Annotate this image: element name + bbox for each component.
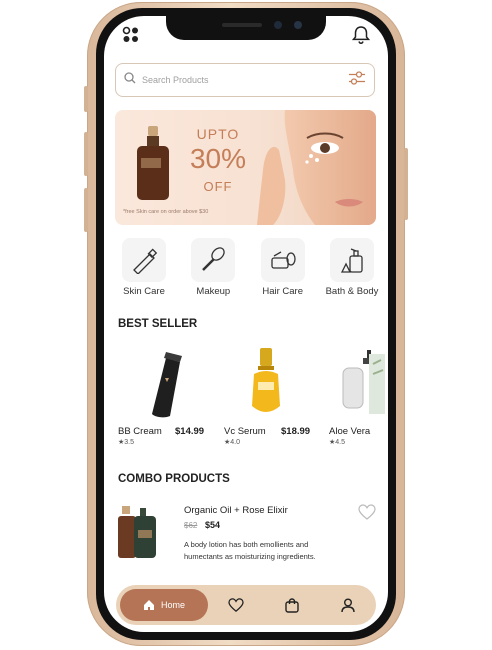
- category-makeup[interactable]: Makeup: [179, 238, 247, 297]
- notch: [166, 16, 326, 40]
- search-bar[interactable]: Search Products: [115, 63, 375, 97]
- hair-product-icon: [271, 251, 296, 269]
- soap-bottle-icon: [340, 248, 363, 273]
- product-price: $14.99: [175, 426, 205, 437]
- user-icon: [341, 598, 355, 612]
- category-hair-care[interactable]: Hair Care: [249, 238, 317, 297]
- shopping-bag-icon: [285, 597, 299, 613]
- promo-banner[interactable]: UPTO 30% OFF *free Skin care on order ab…: [115, 110, 376, 225]
- category-bath-body[interactable]: Bath & Body: [318, 238, 386, 297]
- combo-product-name: Organic Oil + Rose Elixir: [184, 505, 288, 516]
- combo-product-image: [118, 506, 156, 558]
- notification-bell-icon[interactable]: [351, 25, 371, 50]
- favorite-heart-icon[interactable]: [358, 504, 376, 525]
- serum-bottle-image: [137, 126, 169, 200]
- combo-heading: COMBO PRODUCTS: [118, 473, 230, 485]
- nav-home-label: Home: [160, 600, 185, 610]
- best-seller-heading: BEST SELLER: [118, 318, 198, 330]
- home-icon: [143, 600, 154, 610]
- nav-profile-button[interactable]: [320, 598, 376, 613]
- product-card-aloe-vera[interactable]: Aloe Vera ★4.5: [329, 344, 388, 454]
- product-rating: ★3.5: [118, 439, 135, 446]
- banner-discount-percent: 30%: [189, 143, 247, 174]
- bb-cream-image: [152, 352, 182, 418]
- filter-icon[interactable]: [348, 70, 366, 91]
- category-label: Makeup: [196, 286, 231, 297]
- search-input[interactable]: Search Products: [142, 75, 348, 85]
- product-rating: ★4.0: [224, 439, 241, 446]
- nav-favorites-button[interactable]: [208, 598, 264, 612]
- product-name: BB Cream: [118, 426, 162, 437]
- app-screen: Search Products UPTO 30% OFF *free Skin …: [104, 16, 388, 632]
- banner-note: *free Skin care on order above $30: [123, 209, 209, 215]
- product-card-bb-cream[interactable]: BB Cream $14.99 ★3.5: [118, 344, 213, 454]
- bottom-nav: Home: [116, 585, 376, 625]
- brush-icon: [202, 247, 226, 271]
- category-label: Skin Care: [123, 286, 165, 297]
- combo-old-price: $62: [184, 521, 198, 530]
- combo-product-card[interactable]: Organic Oil + Rose Elixir $62 $54 A body…: [116, 502, 378, 572]
- nav-cart-button[interactable]: [264, 597, 320, 613]
- product-card-vc-serum[interactable]: Vc Serum $18.99 ★4.0: [224, 344, 319, 454]
- banner-upto-text: UPTO: [196, 126, 240, 142]
- category-list: Skin Care Makeup Hair Care Bath & Body: [110, 238, 386, 297]
- aloe-vera-image: [342, 350, 385, 414]
- tube-icon: [133, 248, 158, 274]
- category-skin-care[interactable]: Skin Care: [110, 238, 178, 297]
- menu-grid-icon[interactable]: [122, 26, 140, 49]
- combo-description: A body lotion has both emollients and hu…: [184, 540, 316, 561]
- category-label: Bath & Body: [325, 286, 379, 297]
- heart-icon: [228, 598, 244, 612]
- vc-serum-image: [252, 348, 280, 412]
- product-rating: ★4.5: [329, 439, 346, 446]
- product-name: Vc Serum: [224, 426, 266, 437]
- combo-price: $54: [205, 520, 221, 530]
- category-label: Hair Care: [262, 286, 303, 297]
- nav-home-button[interactable]: Home: [120, 589, 208, 621]
- product-price: $18.99: [281, 426, 311, 437]
- model-face-image: [257, 110, 376, 225]
- banner-off-text: OFF: [203, 179, 233, 194]
- product-name: Aloe Vera: [329, 426, 371, 437]
- search-icon: [124, 71, 136, 89]
